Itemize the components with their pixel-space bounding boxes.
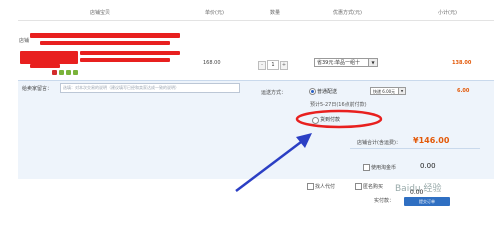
annotation-arrow-head: [296, 133, 312, 148]
anonymous-purchase-label: 匿名购买: [363, 184, 384, 190]
anonymous-purchase-checkbox[interactable]: [355, 183, 362, 190]
annotation-arrow-shaft: [235, 138, 306, 192]
real-pay-label: 实付款：: [374, 198, 395, 204]
use-coins-checkbox[interactable]: [363, 164, 370, 171]
use-coins-label: 使用淘金币: [371, 165, 397, 171]
highlight-ellipse: [295, 109, 383, 129]
pay-by-friend-label: 找人代付: [315, 184, 336, 190]
pay-by-friend-checkbox[interactable]: [307, 183, 314, 190]
submit-order-button[interactable]: 提交订单: [404, 197, 450, 206]
real-pay-value: 0.00: [410, 189, 424, 196]
coins-value: 0.00: [420, 162, 436, 170]
